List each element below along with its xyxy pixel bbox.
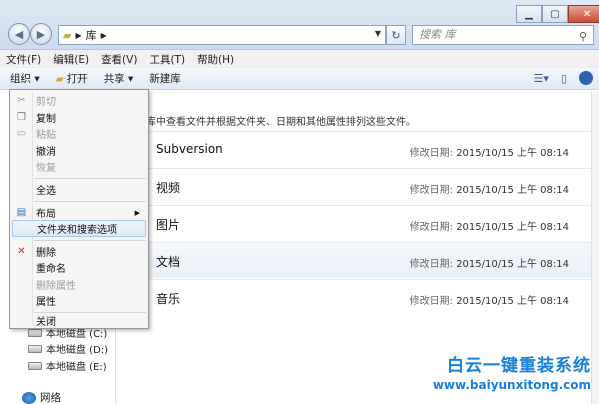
- submenu-arrow-icon: ▶: [134, 208, 140, 217]
- menu-item-close[interactable]: 关闭: [12, 312, 146, 329]
- menu-item-paste[interactable]: ▭ 粘贴: [12, 125, 146, 142]
- library-name: 图片: [156, 218, 181, 232]
- menu-item-redo[interactable]: 恢复: [12, 158, 146, 175]
- organize-button[interactable]: 组织 ▾: [10, 71, 40, 86]
- watermark: 白云一键重装系统 www.baiyunxitong.com: [433, 351, 591, 392]
- copy-icon: ❐: [17, 112, 26, 123]
- menu-item-remove-properties[interactable]: 删除属性: [12, 276, 146, 293]
- organize-menu: ✂ 剪切 ❐ 复制 ▭ 粘贴 撤消 恢复 全选 ▤ 布局 ▶ 文件夹和搜索选项 ✕ 删除 重…: [9, 89, 149, 329]
- view-options-icon[interactable]: ☰▾: [534, 72, 549, 85]
- library-name: 视频: [156, 181, 181, 195]
- delete-x-icon: ✕: [17, 246, 26, 257]
- title-bar: ▁ ▢ ✕ ◀ ▶ ▰ ▶ 库 ▶ ▼ ↻ 搜索 库 ⚲: [0, 0, 599, 50]
- library-date: 修改日期: 2015/10/15 上午 08:14: [409, 222, 569, 233]
- paste-icon: ▭: [16, 128, 27, 139]
- minimize-button[interactable]: ▁: [516, 5, 542, 23]
- library-date: 修改日期: 2015/10/15 上午 08:14: [409, 148, 569, 159]
- back-button[interactable]: ◀: [8, 23, 30, 45]
- watermark-title: 白云一键重装系统: [447, 356, 591, 376]
- help-icon[interactable]: ?: [579, 71, 593, 85]
- back-arrow-icon: ◀: [14, 27, 24, 41]
- nav-network[interactable]: 网络: [22, 390, 61, 404]
- breadcrumb-library[interactable]: 库: [86, 27, 97, 43]
- open-folder-icon: ▰: [55, 72, 64, 85]
- maximize-button[interactable]: ▢: [542, 5, 568, 23]
- layout-icon: ▤: [16, 207, 27, 218]
- address-dropdown-icon[interactable]: ▼: [375, 29, 381, 38]
- search-placeholder: 搜索 库: [419, 28, 456, 41]
- library-name: 音乐: [156, 292, 181, 306]
- library-date: 修改日期: 2015/10/15 上午 08:14: [409, 259, 569, 270]
- vertical-scrollbar[interactable]: [591, 91, 599, 404]
- library-date: 修改日期: 2015/10/15 上午 08:14: [409, 296, 569, 307]
- refresh-icon: ↻: [391, 28, 401, 42]
- refresh-button[interactable]: ↻: [386, 25, 406, 45]
- search-icon[interactable]: ⚲: [579, 28, 587, 46]
- menu-tools[interactable]: 工具(T): [149, 52, 185, 67]
- menu-help[interactable]: 帮助(H): [197, 52, 234, 67]
- drive-icon: [28, 344, 42, 353]
- menu-item-undo[interactable]: 撤消: [12, 142, 146, 159]
- menu-item-properties[interactable]: 属性: [12, 292, 146, 309]
- library-row[interactable]: 图片 修改日期: 2015/10/15 上午 08:14: [116, 205, 591, 241]
- search-input[interactable]: 搜索 库 ⚲: [412, 25, 594, 45]
- menu-item-select-all[interactable]: 全选: [12, 181, 146, 198]
- scissors-icon: ✂: [17, 95, 26, 106]
- folder-icon: ▰: [63, 28, 72, 42]
- drive-icon: [28, 328, 42, 337]
- preview-pane-icon[interactable]: ▯: [561, 72, 567, 85]
- command-toolbar: 组织 ▾ ▰ 打开 共享 ▾ 新建库 ☰▾ ▯ ?: [0, 68, 599, 90]
- menu-item-delete[interactable]: ✕ 删除: [12, 243, 146, 260]
- library-row[interactable]: Subversion 修改日期: 2015/10/15 上午 08:14: [116, 131, 591, 167]
- menu-separator: [34, 240, 146, 241]
- library-row[interactable]: 文档 修改日期: 2015/10/15 上午 08:14: [116, 242, 591, 278]
- menu-edit[interactable]: 编辑(E): [53, 52, 89, 67]
- menu-file[interactable]: 文件(F): [6, 52, 41, 67]
- menu-view[interactable]: 查看(V): [101, 52, 137, 67]
- window-controls: ▁ ▢ ✕: [516, 5, 599, 23]
- close-button[interactable]: ✕: [568, 5, 599, 23]
- menu-item-rename[interactable]: 重命名: [12, 259, 146, 276]
- menu-item-cut[interactable]: ✂ 剪切: [12, 92, 146, 109]
- menu-item-layout[interactable]: ▤ 布局 ▶: [12, 204, 146, 221]
- open-button[interactable]: ▰ 打开: [56, 71, 88, 86]
- library-description: 库中查看文件并根据文件夹、日期和其他属性排列这些文件。: [146, 117, 416, 128]
- nav-drive-e[interactable]: 本地磁盘 (E:): [28, 358, 107, 373]
- library-row[interactable]: 音乐 修改日期: 2015/10/15 上午 08:14: [116, 279, 591, 315]
- share-button[interactable]: 共享 ▾: [104, 71, 134, 86]
- menu-item-copy[interactable]: ❐ 复制: [12, 109, 146, 126]
- new-library-button[interactable]: 新建库: [149, 71, 181, 86]
- menu-separator: [34, 201, 146, 202]
- toolbar-right: ☰▾ ▯ ?: [522, 71, 593, 85]
- address-bar[interactable]: ▰ ▶ 库 ▶ ▼: [58, 25, 386, 45]
- menu-separator: [34, 178, 146, 179]
- breadcrumb-separator-icon: ▶: [100, 30, 107, 40]
- breadcrumb-separator-icon: ▶: [75, 30, 82, 40]
- library-name: 文档: [156, 255, 181, 269]
- nav-drive-d[interactable]: 本地磁盘 (D:): [28, 341, 108, 356]
- menu-item-folder-search-options[interactable]: 文件夹和搜索选项: [12, 220, 146, 237]
- forward-arrow-icon: ▶: [36, 27, 46, 41]
- library-date: 修改日期: 2015/10/15 上午 08:14: [409, 185, 569, 196]
- library-row[interactable]: 视频 修改日期: 2015/10/15 上午 08:14: [116, 168, 591, 204]
- network-icon: [22, 391, 36, 404]
- drive-icon: [28, 361, 42, 370]
- forward-button[interactable]: ▶: [30, 23, 52, 45]
- library-name: Subversion: [156, 142, 223, 156]
- menu-bar: 文件(F) 编辑(E) 查看(V) 工具(T) 帮助(H): [0, 50, 599, 68]
- watermark-url: www.baiyunxitong.com: [432, 378, 591, 392]
